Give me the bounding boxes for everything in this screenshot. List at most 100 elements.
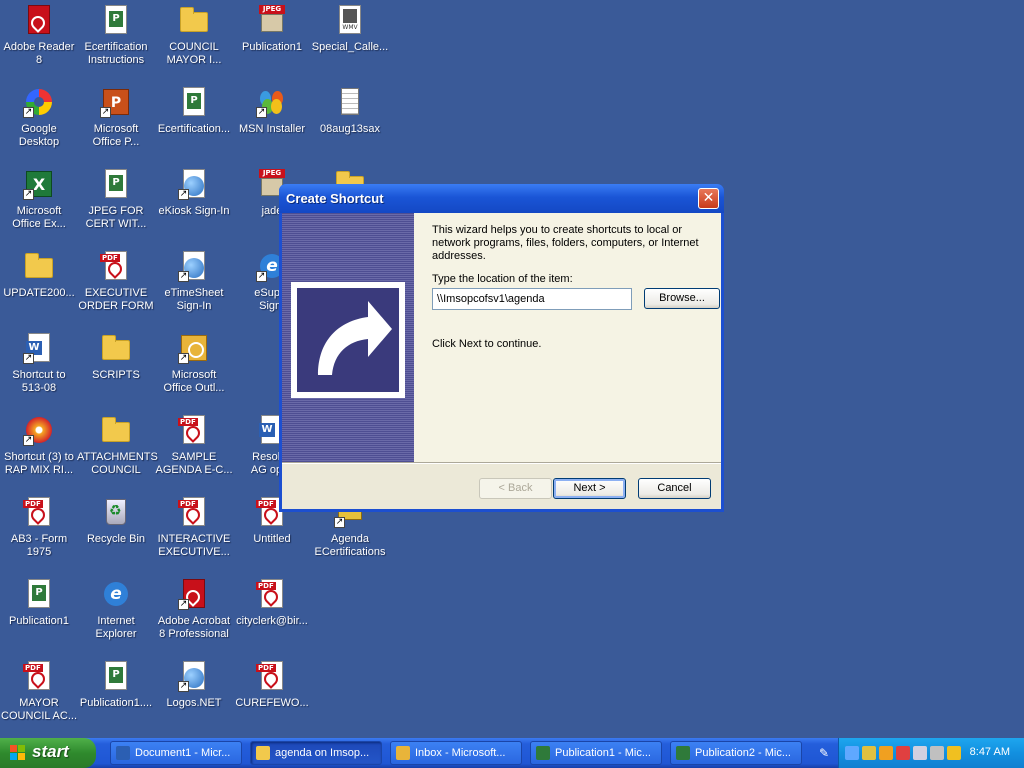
cd-audio-icon: ↗ — [23, 414, 55, 446]
wizard-content: This wizard helps you to create shortcut… — [414, 213, 721, 462]
desktop-icon[interactable]: JPEG Publication1 — [233, 2, 311, 82]
taskbar-button-label: Inbox - Microsoft... — [415, 747, 506, 759]
desktop-icon-label: Ecertification... — [157, 123, 231, 135]
shortcut-overlay-icon: ↗ — [178, 189, 189, 200]
desktop-icon[interactable]: ATTACHMENTS COUNCIL — [77, 412, 158, 492]
clock[interactable]: 8:47 AM — [970, 746, 1010, 758]
chrome-like-icon[interactable] — [896, 746, 910, 760]
back-arrow-icon[interactable] — [845, 746, 859, 760]
taskbar-button[interactable]: Publication2 - Mic... — [670, 741, 802, 765]
desktop-icon[interactable]: X ↗ Microsoft Office Ex... — [0, 166, 78, 246]
cancel-button[interactable]: Cancel — [638, 478, 711, 499]
back-button[interactable]: < Back — [479, 478, 552, 499]
desktop-icon[interactable]: SCRIPTS — [77, 330, 155, 410]
desktop-icon[interactable]: PDF SAMPLE AGENDA E-C... — [155, 412, 233, 492]
desktop-icon[interactable]: PDF cityclerk@bir... — [233, 576, 311, 656]
desktop-icon[interactable]: ↗ eKiosk Sign-In — [155, 166, 233, 246]
desktop-icon-label: Microsoft Office Outl... — [163, 369, 225, 394]
desktop-icon[interactable]: ↗ eTimeSheet Sign-In — [155, 248, 233, 328]
desktop-icon[interactable]: P Publication1 — [0, 576, 78, 656]
create-shortcut-dialog: Create Shortcut ✕ This wizard helps you … — [279, 184, 724, 512]
desktop-icon[interactable]: P Publication1.... — [77, 658, 155, 738]
dialog-title: Create Shortcut — [286, 191, 384, 206]
desktop-icon-label: Shortcut to 513-08 — [12, 369, 66, 394]
desktop-icon[interactable]: P Ecertification Instructions — [77, 2, 155, 82]
desktop-icon-label: cityclerk@bir... — [236, 615, 308, 627]
desktop-icon[interactable]: e Internet Explorer — [77, 576, 155, 656]
globe-icon: ↗ — [178, 168, 210, 200]
desktop-icon[interactable]: ↗ Google Desktop — [0, 84, 78, 164]
desktop-icon-label: AB3 - Form 1975 — [10, 533, 68, 558]
taskbar-button[interactable]: agenda on Imsop... — [250, 741, 382, 765]
desktop-icon-label: Google Desktop — [18, 123, 60, 148]
shield-icon[interactable] — [947, 746, 961, 760]
taskbar-button[interactable]: Document1 - Micr... — [110, 741, 242, 765]
desktop-icon[interactable]: P ↗ Microsoft Office P... — [77, 84, 155, 164]
network-icon[interactable] — [913, 746, 927, 760]
desktop-icon[interactable]: UPDATE200... — [0, 248, 78, 328]
desktop-icon[interactable]: ↗ Microsoft Office Outl... — [155, 330, 233, 410]
taskbar: start Document1 - Micr... agenda on Imsop… — [0, 738, 1024, 768]
pdf-file-icon: PDF — [178, 414, 210, 446]
shortcut-overlay-icon: ↗ — [334, 517, 345, 528]
jpeg-file-icon: JPEG — [256, 4, 288, 36]
desktop-icon[interactable]: P Ecertification... — [155, 84, 233, 164]
desktop-icon[interactable]: Adobe Reader 8 — [0, 2, 78, 82]
clock-tray-icon[interactable] — [879, 746, 893, 760]
desktop-icon-label: 08aug13sax — [320, 123, 380, 135]
shortcut-overlay-icon: ↗ — [178, 353, 189, 364]
quick-launch-tool-icon[interactable]: ✎ — [817, 746, 831, 760]
desktop-icon[interactable]: PDF EXECUTIVE ORDER FORM — [77, 248, 155, 328]
desktop-icon-label: Microsoft Office P... — [92, 123, 140, 148]
desktop-icon[interactable]: ↗ Shortcut (3) to RAP MIX RI... — [0, 412, 78, 492]
shortcut-overlay-icon: ↗ — [23, 107, 34, 118]
desktop-icon-label: CUREFEWO... — [235, 697, 309, 709]
desktop-icon-label: UPDATE200... — [3, 287, 75, 299]
taskbar-button[interactable]: Inbox - Microsoft... — [390, 741, 522, 765]
desktop-icon[interactable]: COUNCIL MAYOR I... — [155, 2, 233, 82]
printer-icon[interactable] — [930, 746, 944, 760]
publisher-doc-icon: P — [100, 660, 132, 692]
ie-icon: e — [100, 578, 132, 610]
taskbar-button-label: Publication1 - Mic... — [555, 747, 651, 759]
desktop-icon[interactable]: ↗ MSN Installer — [233, 84, 311, 164]
desktop-icon-label: Untitled — [253, 533, 291, 545]
desktop-icon-label: Ecertification Instructions — [84, 41, 148, 66]
desktop-icon[interactable]: Recycle Bin — [77, 494, 155, 574]
desktop-icon[interactable]: WMV Special_Calle... — [311, 2, 389, 82]
desktop-icon[interactable]: PDF INTERACTIVE EXECUTIVE... — [155, 494, 233, 574]
dialog-titlebar[interactable]: Create Shortcut ✕ — [279, 184, 724, 213]
location-input[interactable]: \\Imsopcofsv1\agenda — [432, 288, 632, 310]
desktop-icon-label: COUNCIL MAYOR I... — [166, 41, 222, 66]
scanner-icon[interactable] — [862, 746, 876, 760]
shortcut-overlay-icon: ↗ — [23, 353, 34, 364]
desktop-icon[interactable]: ↗ Adobe Acrobat 8 Professional — [155, 576, 233, 656]
taskbar-button[interactable]: Publication1 - Mic... — [530, 741, 662, 765]
desktop-icon[interactable]: ↗ Logos.NET — [155, 658, 233, 738]
wizard-intro-text: This wizard helps you to create shortcut… — [432, 224, 699, 262]
desktop-icon-label: Shortcut (3) to RAP MIX RI... — [4, 451, 74, 476]
desktop-icon-label: Agenda ECertifications — [314, 533, 386, 558]
desktop-icon[interactable]: PDF CUREFEWO... — [233, 658, 311, 738]
globe-icon: ↗ — [178, 660, 210, 692]
shortcut-overlay-icon: ↗ — [23, 435, 34, 446]
globe-icon: ↗ — [178, 250, 210, 282]
notepad-icon — [334, 86, 366, 118]
desktop-icon[interactable]: PDF MAYOR COUNCIL AC... — [0, 658, 78, 738]
start-button[interactable]: start — [0, 738, 96, 768]
browse-button[interactable]: Browse... — [644, 288, 720, 309]
desktop-icon-label: Publication1 — [9, 615, 69, 627]
desktop-icon[interactable]: 08aug13sax — [311, 84, 389, 164]
folder-icon — [256, 746, 270, 760]
desktop-icon-label: eKiosk Sign-In — [158, 205, 230, 217]
next-button[interactable]: Next > — [553, 478, 626, 499]
close-button[interactable]: ✕ — [698, 188, 719, 209]
pdf-file-icon: PDF — [23, 496, 55, 528]
desktop-icon-label: SAMPLE AGENDA E-C... — [155, 451, 233, 476]
desktop-icon[interactable]: P JPEG FOR CERT WIT... — [77, 166, 155, 246]
wmv-file-icon: WMV — [334, 4, 366, 36]
desktop-icon[interactable]: W ↗ Shortcut to 513-08 — [0, 330, 78, 410]
word-doc-icon: W ↗ — [23, 332, 55, 364]
pdf-file-icon: PDF — [100, 250, 132, 282]
desktop-icon[interactable]: PDF AB3 - Form 1975 — [0, 494, 78, 574]
